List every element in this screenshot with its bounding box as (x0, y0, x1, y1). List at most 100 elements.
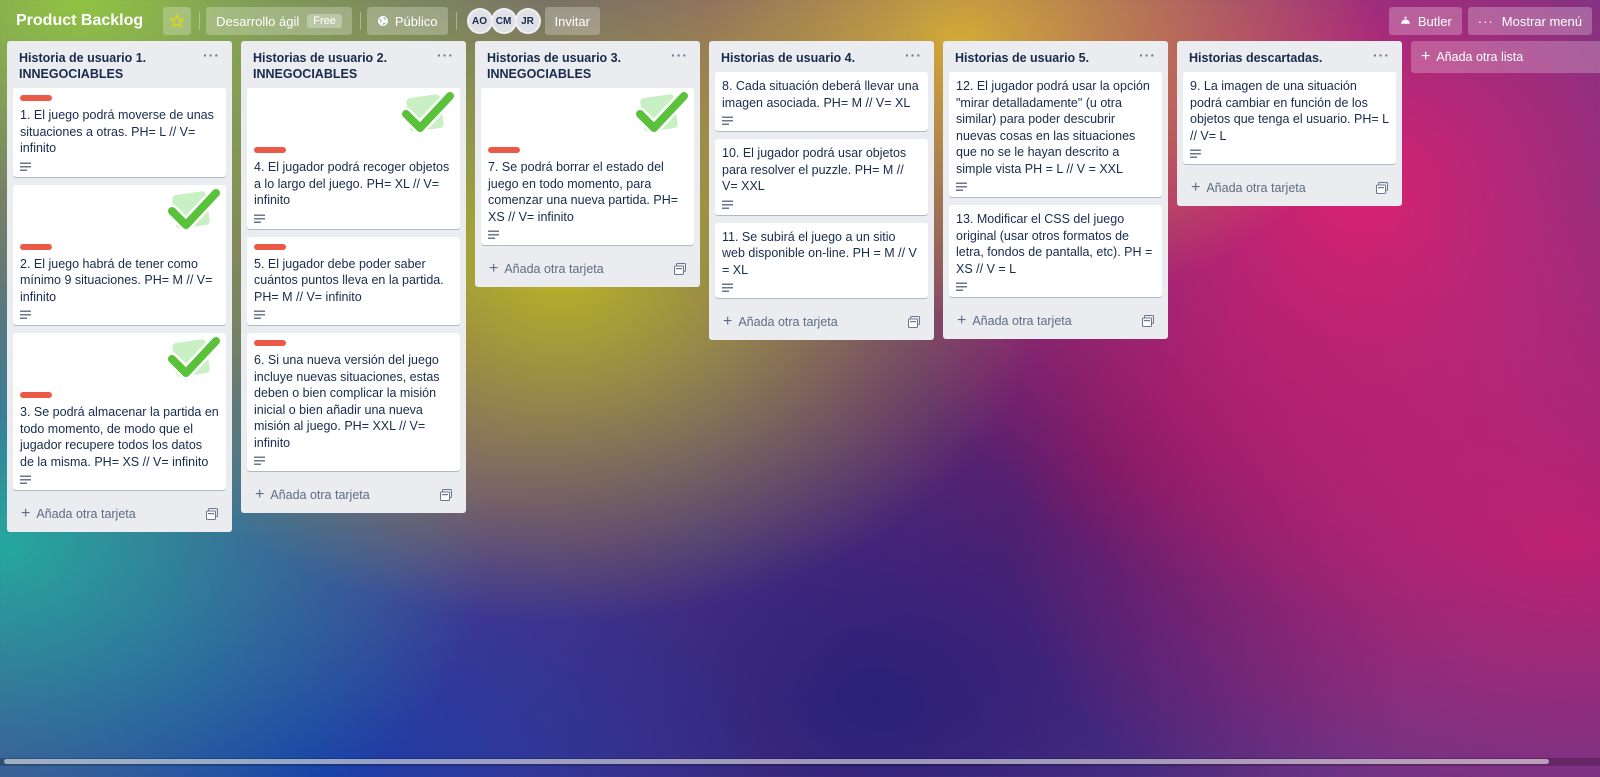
list[interactable]: Historia de usuario 1. INNEGOCIABLES ··· 1… (7, 41, 232, 532)
list-title[interactable]: Historias de usuario 3. INNEGOCIABLES (487, 50, 667, 82)
check-mark-icon (633, 89, 691, 135)
list[interactable]: Historias descartadas. ··· 9. La imagen de… (1177, 41, 1402, 206)
card[interactable]: 7. Se podrá borrar el estado del juego e… (481, 88, 694, 245)
board-title[interactable]: Product Backlog (8, 5, 151, 37)
card[interactable]: 2. El juego habrá de tener como mínimo 9… (13, 184, 226, 325)
list[interactable]: Historias de usuario 3. INNEGOCIABLES ···… (475, 41, 700, 287)
butler-button[interactable]: Butler (1388, 7, 1462, 35)
list-title[interactable]: Historia de usuario 1. INNEGOCIABLES (19, 50, 199, 82)
card-label[interactable] (254, 340, 286, 346)
card-template-icon[interactable] (674, 263, 686, 275)
plus-icon: + (255, 486, 265, 503)
card-label[interactable] (254, 243, 286, 250)
description-icon (956, 282, 967, 291)
add-list-button[interactable]: + Añada otra lista (1411, 41, 1600, 73)
list[interactable]: Historias de usuario 4. ··· 8. Cada situac… (709, 41, 934, 340)
description-icon (722, 116, 733, 125)
list-title[interactable]: Historias descartadas. (1189, 50, 1369, 66)
invite-button[interactable]: Invitar (544, 7, 600, 35)
card[interactable]: 6. Si una nueva versión del juego incluy… (247, 333, 460, 471)
globe-icon (377, 16, 388, 26)
add-card-label: Añada otra tarjeta (738, 315, 838, 329)
plus-icon: + (489, 260, 499, 277)
list-menu-icon[interactable]: ··· (433, 48, 454, 62)
show-menu-label: Mostrar menú (1501, 13, 1582, 29)
add-card-button[interactable]: + Añada otra tarjeta (949, 305, 1162, 333)
list-title[interactable]: Historias de usuario 5. (955, 50, 1135, 66)
plus-icon: + (723, 313, 733, 330)
card-label[interactable] (254, 147, 286, 153)
card-title: 9. La imagen de una situación podrá camb… (1190, 79, 1389, 143)
list[interactable]: Historias de usuario 5. ··· 12. El jugador… (943, 41, 1168, 339)
card[interactable]: 1. El juego podrá moverse de unas situac… (13, 88, 226, 177)
horizontal-scrollbar[interactable] (0, 758, 1600, 766)
card[interactable]: 11. Se subirá el juego a un sitio web di… (715, 222, 928, 298)
card-label[interactable] (20, 95, 52, 101)
card-title: 1. El juego podrá moverse de unas situac… (20, 108, 214, 155)
list-menu-icon[interactable]: ··· (667, 48, 688, 62)
plus-icon: + (21, 505, 31, 522)
star-button[interactable] (163, 7, 192, 35)
card-title: 6. Si una nueva versión del juego incluy… (254, 353, 440, 450)
add-card-button[interactable]: + Añada otra tarjeta (13, 498, 226, 526)
card-cover (247, 88, 460, 140)
visibility-button[interactable]: Público (366, 7, 448, 35)
card[interactable]: 13. Modificar el CSS del juego original … (949, 205, 1162, 297)
plus-icon: + (1191, 179, 1201, 196)
header-divider (359, 12, 361, 30)
add-card-button[interactable]: + Añada otra tarjeta (247, 479, 460, 507)
card-template-icon[interactable] (908, 316, 920, 328)
avatar[interactable]: CM (490, 8, 517, 34)
add-card-button[interactable]: + Añada otra tarjeta (715, 306, 928, 334)
show-menu-button[interactable]: ··· Mostrar menú (1467, 7, 1592, 35)
card-template-icon[interactable] (440, 489, 452, 501)
card-title: 5. El jugador debe poder saber cuántos p… (254, 256, 444, 304)
list-menu-icon[interactable]: ··· (199, 48, 220, 62)
card-title: 7. Se podrá borrar el estado del juego e… (488, 160, 679, 224)
card-template-icon[interactable] (206, 508, 218, 520)
list-menu-icon[interactable]: ··· (1135, 48, 1156, 62)
list-menu-icon[interactable]: ··· (1369, 48, 1390, 62)
card[interactable]: 3. Se podrá almacenar la partida en todo… (13, 333, 226, 490)
card[interactable]: 4. El jugador podrá recoger objetos a lo… (247, 88, 460, 229)
list-header: Historias de usuario 4. ··· (715, 41, 928, 72)
description-icon (20, 162, 31, 171)
card[interactable]: 12. El jugador podrá usar la opción "mir… (949, 72, 1162, 197)
add-card-label: Añada otra tarjeta (972, 314, 1072, 328)
card[interactable]: 10. El jugador podrá usar objetos para r… (715, 139, 928, 215)
list-title[interactable]: Historias de usuario 2. INNEGOCIABLES (253, 50, 433, 82)
card-label[interactable] (20, 243, 52, 250)
card-template-icon[interactable] (1376, 182, 1388, 194)
plus-icon: + (1421, 48, 1431, 65)
card[interactable]: 5. El jugador debe poder saber cuántos p… (247, 236, 460, 325)
list-header: Historia de usuario 1. INNEGOCIABLES ··· (13, 41, 226, 88)
card-cover (13, 333, 226, 385)
card[interactable]: 9. La imagen de una situación podrá camb… (1183, 72, 1396, 164)
card-cover (13, 185, 226, 237)
card-title: 13. Modificar el CSS del juego original … (956, 212, 1153, 276)
card-cover (481, 88, 694, 140)
card-title: 12. El jugador podrá usar la opción "mir… (956, 79, 1150, 176)
add-card-button[interactable]: + Añada otra tarjeta (1183, 172, 1396, 200)
description-icon (254, 214, 265, 223)
avatar[interactable]: JR (514, 8, 541, 34)
list-title[interactable]: Historias de usuario 4. (721, 50, 901, 66)
card-label[interactable] (488, 147, 520, 153)
description-icon (722, 200, 733, 209)
add-card-button[interactable]: + Añada otra tarjeta (481, 253, 694, 281)
team-button[interactable]: Desarrollo ágil Free (206, 7, 352, 35)
butler-icon (1399, 16, 1411, 25)
card[interactable]: 8. Cada situación deberá llevar una imag… (715, 72, 928, 131)
card-label[interactable] (20, 392, 52, 398)
member-avatars: AO CM JR (466, 8, 541, 34)
card-template-icon[interactable] (1142, 315, 1154, 327)
description-icon (1190, 149, 1201, 158)
avatar[interactable]: AO (466, 8, 493, 34)
add-card-label: Añada otra tarjeta (504, 262, 604, 276)
add-list-label: Añada otra lista (1436, 50, 1524, 64)
list[interactable]: Historias de usuario 2. INNEGOCIABLES ···… (241, 41, 466, 513)
list-menu-icon[interactable]: ··· (901, 48, 922, 62)
check-mark-icon (399, 89, 457, 135)
scrollbar-thumb[interactable] (4, 759, 1549, 764)
add-card-label: Añada otra tarjeta (270, 488, 370, 502)
